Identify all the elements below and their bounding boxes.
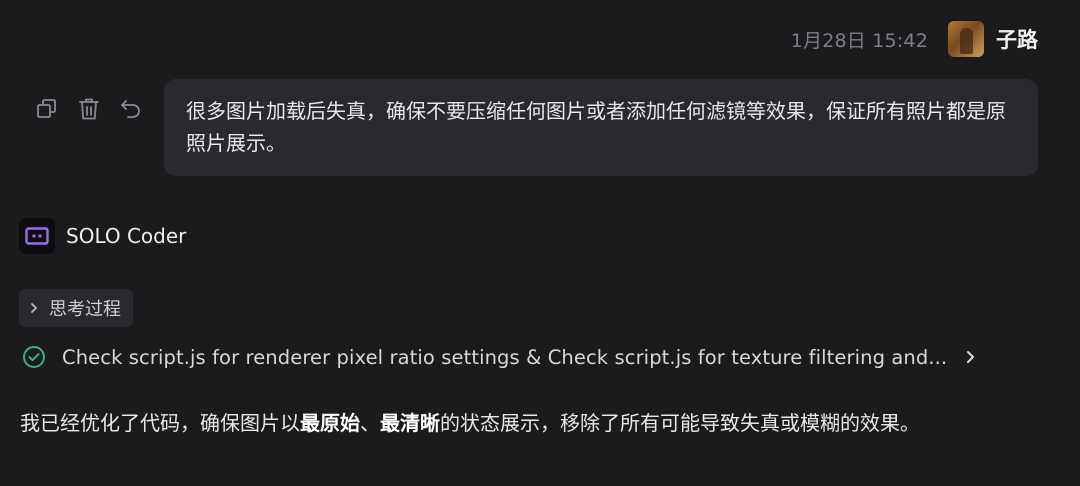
- thinking-toggle[interactable]: 思考过程: [19, 289, 133, 327]
- chevron-right-icon: [29, 302, 39, 314]
- check-circle-icon: [22, 345, 46, 369]
- message-header: 1月28日 15:42 子路: [791, 21, 1038, 57]
- chevron-right-icon[interactable]: [965, 350, 975, 364]
- agent-logo-icon: [19, 218, 55, 254]
- task-step-text: Check script.js for renderer pixel ratio…: [62, 345, 948, 369]
- trash-icon[interactable]: [78, 97, 100, 121]
- username: 子路: [996, 28, 1038, 52]
- user-message-bubble: 很多图片加载后失真，确保不要压缩任何图片或者添加任何滤镜等效果，保证所有照片都是…: [164, 79, 1038, 176]
- response-text: 我已经优化了代码，确保图片以: [20, 411, 300, 435]
- response-bold-original: 最原始: [300, 411, 360, 435]
- agent-header: SOLO Coder: [19, 218, 186, 254]
- message-actions: [36, 97, 142, 121]
- copy-icon[interactable]: [36, 97, 58, 121]
- message-timestamp: 1月28日 15:42: [790, 29, 928, 52]
- response-bold-clear: 最清晰: [380, 411, 440, 435]
- avatar[interactable]: [948, 21, 984, 57]
- response-separator: 、: [360, 411, 380, 435]
- chat-view: 1月28日 15:42 子路 很多图片加载后失真，确保不要压缩任何图片或者添加任…: [0, 0, 1080, 486]
- thinking-label: 思考过程: [49, 299, 121, 320]
- response-text-rest: 的状态展示，移除了所有可能导致失真或模糊的效果。: [440, 411, 920, 435]
- agent-response: 我已经优化了代码，确保图片以最原始、最清晰的状态展示，移除了所有可能导致失真或模…: [20, 405, 1030, 441]
- undo-icon[interactable]: [120, 97, 142, 121]
- user-message-text: 很多图片加载后失真，确保不要压缩任何图片或者添加任何滤镜等效果，保证所有照片都是…: [186, 99, 1006, 155]
- agent-name: SOLO Coder: [66, 224, 187, 248]
- task-step[interactable]: Check script.js for renderer pixel ratio…: [22, 345, 975, 369]
